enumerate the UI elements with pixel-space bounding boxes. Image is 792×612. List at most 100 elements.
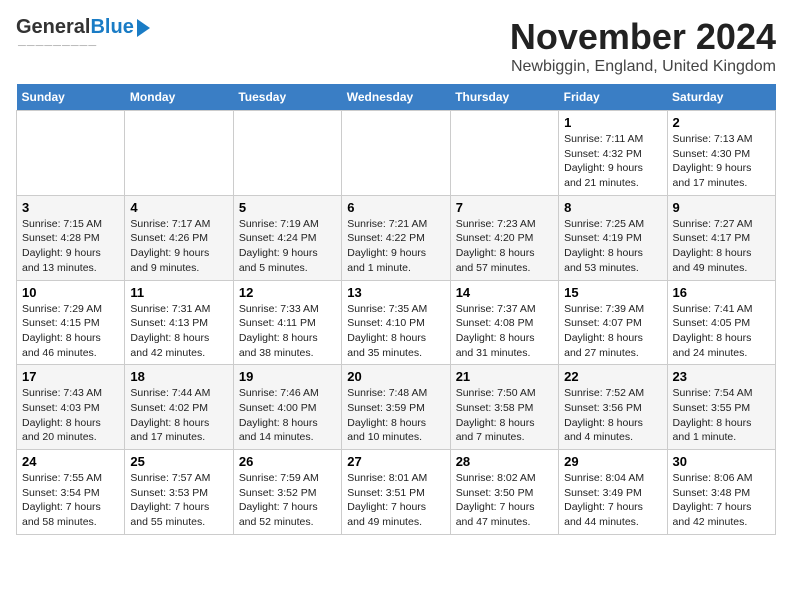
calendar-week-3: 17 Sunrise: 7:43 AM Sunset: 4:03 PM Dayli… — [17, 365, 776, 450]
day-number: 15 — [564, 285, 661, 300]
calendar-cell: 29 Sunrise: 8:04 AM Sunset: 3:49 PM Dayli… — [559, 450, 667, 535]
calendar-cell: 18Sunrise: 7:44 AM Sunset: 4:02 PM Dayli… — [125, 365, 233, 450]
day-info: Sunrise: 7:25 AM Sunset: 4:19 PM Dayligh… — [564, 217, 661, 276]
day-number: 3 — [22, 200, 119, 215]
day-info: Sunrise: 7:37 AM Sunset: 4:08 PM Dayligh… — [456, 302, 553, 361]
calendar-cell: 15 Sunrise: 7:39 AM Sunset: 4:07 PM Dayli… — [559, 280, 667, 365]
day-number: 8 — [564, 200, 661, 215]
calendar-cell: 21 Sunrise: 7:50 AM Sunset: 3:58 PM Dayli… — [450, 365, 558, 450]
day-number: 4 — [130, 200, 227, 215]
calendar-cell: 30 Sunrise: 8:06 AM Sunset: 3:48 PM Dayli… — [667, 450, 775, 535]
col-header-friday: Friday — [559, 84, 667, 111]
day-info: Sunrise: 7:23 AM Sunset: 4:20 PM Dayligh… — [456, 217, 553, 276]
day-number: 17 — [22, 369, 119, 384]
calendar-cell: 10 Sunrise: 7:29 AM Sunset: 4:15 PM Dayli… — [17, 280, 125, 365]
day-info: Sunrise: 7:55 AM Sunset: 3:54 PM Dayligh… — [22, 471, 119, 530]
calendar-cell: 13Sunrise: 7:35 AM Sunset: 4:10 PM Dayli… — [342, 280, 450, 365]
day-number: 11 — [130, 285, 227, 300]
day-info: Sunrise: 7:13 AM Sunset: 4:30 PM Dayligh… — [673, 132, 770, 191]
day-number: 23 — [673, 369, 770, 384]
day-info: Sunrise: 7:57 AM Sunset: 3:53 PM Dayligh… — [130, 471, 227, 530]
calendar-cell: 14 Sunrise: 7:37 AM Sunset: 4:08 PM Dayli… — [450, 280, 558, 365]
calendar-cell: 27Sunrise: 8:01 AM Sunset: 3:51 PM Dayli… — [342, 450, 450, 535]
day-info: Sunrise: 7:52 AM Sunset: 3:56 PM Dayligh… — [564, 386, 661, 445]
day-number: 14 — [456, 285, 553, 300]
day-info: Sunrise: 7:50 AM Sunset: 3:58 PM Dayligh… — [456, 386, 553, 445]
day-info: Sunrise: 8:06 AM Sunset: 3:48 PM Dayligh… — [673, 471, 770, 530]
calendar-week-1: 3Sunrise: 7:15 AM Sunset: 4:28 PM Daylig… — [17, 195, 776, 280]
calendar-cell: 2 Sunrise: 7:13 AM Sunset: 4:30 PM Daylig… — [667, 111, 775, 196]
logo-underline: ───────── — [16, 40, 116, 52]
day-info: Sunrise: 7:46 AM Sunset: 4:00 PM Dayligh… — [239, 386, 336, 445]
day-info: Sunrise: 7:29 AM Sunset: 4:15 PM Dayligh… — [22, 302, 119, 361]
day-number: 10 — [22, 285, 119, 300]
calendar-cell: 24 Sunrise: 7:55 AM Sunset: 3:54 PM Dayli… — [17, 450, 125, 535]
calendar-cell — [342, 111, 450, 196]
calendar-cell: 16Sunrise: 7:41 AM Sunset: 4:05 PM Dayli… — [667, 280, 775, 365]
day-number: 28 — [456, 454, 553, 469]
col-header-tuesday: Tuesday — [233, 84, 341, 111]
col-header-sunday: Sunday — [17, 84, 125, 111]
day-number: 2 — [673, 115, 770, 130]
day-info: Sunrise: 7:35 AM Sunset: 4:10 PM Dayligh… — [347, 302, 444, 361]
calendar-header-row: SundayMondayTuesdayWednesdayThursdayFrid… — [17, 84, 776, 111]
calendar-week-0: 1Sunrise: 7:11 AM Sunset: 4:32 PM Daylig… — [17, 111, 776, 196]
calendar-cell — [125, 111, 233, 196]
calendar-cell: 25Sunrise: 7:57 AM Sunset: 3:53 PM Dayli… — [125, 450, 233, 535]
calendar-cell: 22 Sunrise: 7:52 AM Sunset: 3:56 PM Dayli… — [559, 365, 667, 450]
calendar-cell: 11 Sunrise: 7:31 AM Sunset: 4:13 PM Dayli… — [125, 280, 233, 365]
day-number: 9 — [673, 200, 770, 215]
day-number: 18 — [130, 369, 227, 384]
calendar-cell: 5Sunrise: 7:19 AM Sunset: 4:24 PM Daylig… — [233, 195, 341, 280]
day-info: Sunrise: 8:01 AM Sunset: 3:51 PM Dayligh… — [347, 471, 444, 530]
day-number: 19 — [239, 369, 336, 384]
calendar-cell: 12 Sunrise: 7:33 AM Sunset: 4:11 PM Dayli… — [233, 280, 341, 365]
calendar-cell: 19 Sunrise: 7:46 AM Sunset: 4:00 PM Dayli… — [233, 365, 341, 450]
calendar-cell: 3Sunrise: 7:15 AM Sunset: 4:28 PM Daylig… — [17, 195, 125, 280]
calendar-table: SundayMondayTuesdayWednesdayThursdayFrid… — [16, 84, 776, 535]
calendar-cell: 28 Sunrise: 8:02 AM Sunset: 3:50 PM Dayli… — [450, 450, 558, 535]
day-info: Sunrise: 8:02 AM Sunset: 3:50 PM Dayligh… — [456, 471, 553, 530]
day-number: 16 — [673, 285, 770, 300]
calendar-cell — [233, 111, 341, 196]
calendar-cell — [17, 111, 125, 196]
day-number: 26 — [239, 454, 336, 469]
day-info: Sunrise: 7:21 AM Sunset: 4:22 PM Dayligh… — [347, 217, 444, 276]
calendar-cell: 7 Sunrise: 7:23 AM Sunset: 4:20 PM Daylig… — [450, 195, 558, 280]
month-title: November 2024 — [510, 16, 776, 58]
day-info: Sunrise: 7:43 AM Sunset: 4:03 PM Dayligh… — [22, 386, 119, 445]
calendar-cell: 20Sunrise: 7:48 AM Sunset: 3:59 PM Dayli… — [342, 365, 450, 450]
logo-arrow-icon — [137, 19, 150, 37]
day-number: 22 — [564, 369, 661, 384]
title-area: November 2024 Newbiggin, England, United… — [510, 16, 776, 76]
calendar-week-4: 24 Sunrise: 7:55 AM Sunset: 3:54 PM Dayli… — [17, 450, 776, 535]
day-info: Sunrise: 7:11 AM Sunset: 4:32 PM Dayligh… — [564, 132, 661, 191]
page-header: GeneralBlue ───────── November 2024 Newb… — [16, 16, 776, 76]
day-number: 24 — [22, 454, 119, 469]
logo-text: GeneralBlue — [16, 16, 134, 39]
day-info: Sunrise: 8:04 AM Sunset: 3:49 PM Dayligh… — [564, 471, 661, 530]
calendar-cell: 4Sunrise: 7:17 AM Sunset: 4:26 PM Daylig… — [125, 195, 233, 280]
calendar-cell: 17 Sunrise: 7:43 AM Sunset: 4:03 PM Dayli… — [17, 365, 125, 450]
calendar-cell: 23 Sunrise: 7:54 AM Sunset: 3:55 PM Dayli… — [667, 365, 775, 450]
day-number: 30 — [673, 454, 770, 469]
calendar-cell: 9 Sunrise: 7:27 AM Sunset: 4:17 PM Daylig… — [667, 195, 775, 280]
calendar-cell: 26 Sunrise: 7:59 AM Sunset: 3:52 PM Dayli… — [233, 450, 341, 535]
day-number: 12 — [239, 285, 336, 300]
calendar-cell: 6 Sunrise: 7:21 AM Sunset: 4:22 PM Daylig… — [342, 195, 450, 280]
calendar-cell: 8 Sunrise: 7:25 AM Sunset: 4:19 PM Daylig… — [559, 195, 667, 280]
day-number: 29 — [564, 454, 661, 469]
day-number: 7 — [456, 200, 553, 215]
day-number: 21 — [456, 369, 553, 384]
day-info: Sunrise: 7:59 AM Sunset: 3:52 PM Dayligh… — [239, 471, 336, 530]
col-header-wednesday: Wednesday — [342, 84, 450, 111]
col-header-monday: Monday — [125, 84, 233, 111]
col-header-saturday: Saturday — [667, 84, 775, 111]
day-info: Sunrise: 7:54 AM Sunset: 3:55 PM Dayligh… — [673, 386, 770, 445]
logo: GeneralBlue ───────── — [16, 16, 116, 52]
day-info: Sunrise: 7:33 AM Sunset: 4:11 PM Dayligh… — [239, 302, 336, 361]
day-info: Sunrise: 7:39 AM Sunset: 4:07 PM Dayligh… — [564, 302, 661, 361]
day-info: Sunrise: 7:31 AM Sunset: 4:13 PM Dayligh… — [130, 302, 227, 361]
day-info: Sunrise: 7:27 AM Sunset: 4:17 PM Dayligh… — [673, 217, 770, 276]
day-number: 6 — [347, 200, 444, 215]
